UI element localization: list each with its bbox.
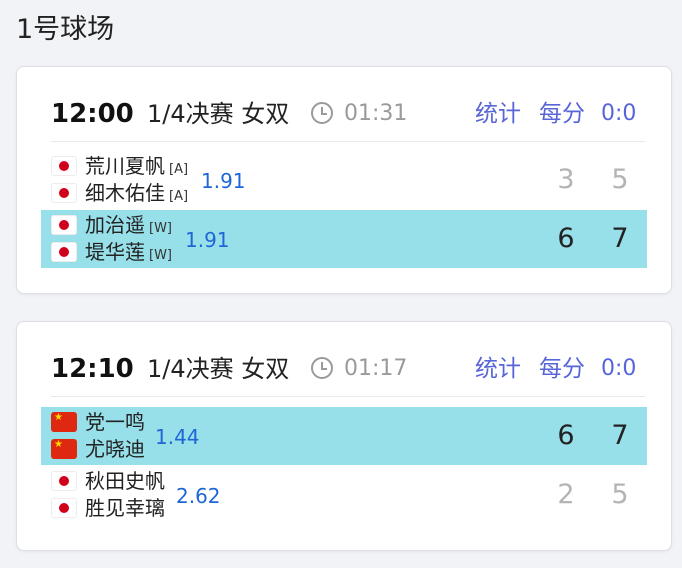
set-score: 7 [611,420,629,451]
match-card[interactable]: 12:10 1/4决赛 女双 01:17 统计 每分 0:0 党一鸣 尤晓迪 1… [16,321,672,551]
team-row-winner: 加治遥 [W] 堤华莲 [W] 1.91 6 7 [41,210,647,268]
divider [51,141,645,142]
match-header: 12:00 1/4决赛 女双 01:31 统计 每分 0:0 [17,91,671,137]
match-time: 12:10 [51,354,134,384]
player-name[interactable]: 胜见幸璃 [85,496,165,520]
point-by-point-link[interactable]: 每分 [539,346,585,392]
player-name[interactable]: 堤华莲 [85,240,145,264]
match-duration: 01:31 [344,101,408,126]
seed-tag: [W] [149,248,172,263]
match-time: 12:00 [51,99,134,129]
set-score: 6 [557,420,575,451]
seed-tag: [W] [149,221,172,236]
live-score-link[interactable]: 0:0 [601,346,636,392]
player-name[interactable]: 秋田史帆 [85,469,165,493]
player-name[interactable]: 荒川夏帆 [85,154,165,178]
set-score: 6 [557,223,575,254]
team-row: 荒川夏帆 [A] 细木佑佳 [A] 1.91 3 5 [41,151,647,209]
set-score: 3 [557,164,575,195]
stats-link[interactable]: 统计 [475,91,521,137]
match-round: 1/4决赛 女双 [147,100,290,128]
odds-value: 2.62 [176,484,221,508]
match-card[interactable]: 12:00 1/4决赛 女双 01:31 统计 每分 0:0 荒川夏帆 [A] 细… [16,66,672,294]
set-score: 7 [611,223,629,254]
match-header: 12:10 1/4决赛 女双 01:17 统计 每分 0:0 [17,346,671,392]
court-title: 1号球场 [16,14,115,45]
odds-value: 1.44 [155,425,200,449]
player-name[interactable]: 党一鸣 [85,410,145,434]
team-row: 秋田史帆 胜见幸璃 2.62 2 5 [41,466,647,524]
match-round: 1/4决赛 女双 [147,355,290,383]
divider [51,396,645,397]
jp-flag-icon [51,498,77,518]
odds-value: 1.91 [201,169,246,193]
jp-flag-icon [51,215,77,235]
stats-link[interactable]: 统计 [475,346,521,392]
jp-flag-icon [51,242,77,262]
player-name[interactable]: 尤晓迪 [85,437,145,461]
jp-flag-icon [51,156,77,176]
clock-icon [311,102,333,124]
team-row-winner: 党一鸣 尤晓迪 1.44 6 7 [41,407,647,465]
jp-flag-icon [51,183,77,203]
set-score: 2 [557,479,575,510]
set-score: 5 [611,479,629,510]
cn-flag-icon [51,412,77,432]
clock-icon [311,357,333,379]
player-name[interactable]: 加治遥 [85,213,145,237]
jp-flag-icon [51,471,77,491]
set-score: 5 [611,164,629,195]
seed-tag: [A] [169,189,189,204]
odds-value: 1.91 [185,228,230,252]
cn-flag-icon [51,439,77,459]
match-duration: 01:17 [344,356,408,381]
seed-tag: [A] [169,162,189,177]
live-score-link[interactable]: 0:0 [601,91,636,137]
player-name[interactable]: 细木佑佳 [85,181,165,205]
point-by-point-link[interactable]: 每分 [539,91,585,137]
